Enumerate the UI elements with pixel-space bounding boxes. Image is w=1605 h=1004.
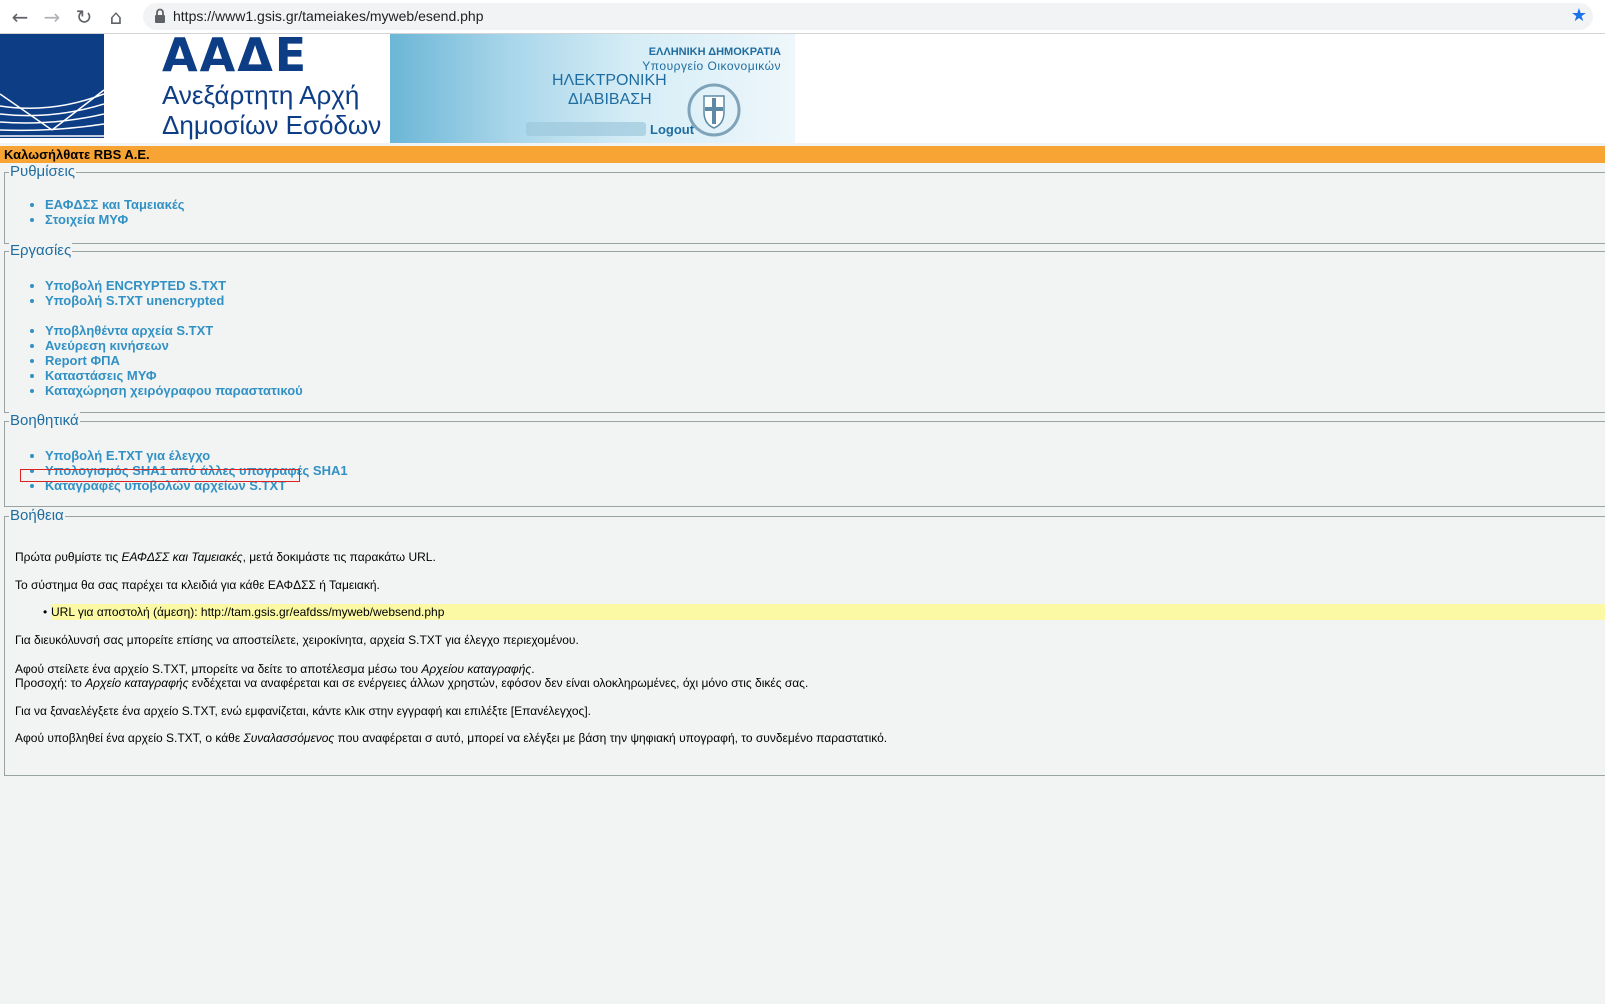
help-paragraph-2: Το σύστημα θα σας παρέχει τα κλειδιά για…	[15, 578, 380, 592]
back-icon[interactable]: ←	[8, 5, 32, 29]
link-find-movements[interactable]: Ανεύρεση κινήσεων	[45, 338, 303, 353]
link-submit-etxt-label[interactable]: Υποβολή E.TXT για έλεγχο	[45, 448, 210, 463]
service-title-line1: ΗΛΕΚΤΡΟΝΙΚΗ	[552, 72, 667, 89]
star-icon[interactable]: ★	[1571, 5, 1587, 26]
link-myf-reports[interactable]: Καταστάσεις ΜΥΦ	[45, 368, 303, 383]
reload-icon[interactable]: ↻	[72, 5, 96, 29]
highlight-box	[20, 469, 300, 482]
link-eafdss[interactable]: ΕΑΦΔΣΣ και Ταμειακές	[45, 197, 185, 212]
websend-url[interactable]: URL για αποστολή (άμεση): http://tam.gsi…	[43, 604, 1605, 620]
help-p5-italic: Αρχείο καταγραφής	[85, 676, 189, 690]
address-url[interactable]: https://www1.gsis.gr/tameiakes/myweb/ese…	[173, 8, 483, 24]
help-p1-b: , μετά δοκιμάστε τις παρακάτω URL.	[242, 550, 436, 564]
link-manual-document[interactable]: Καταχώρηση χειρόγραφου παραστατικού	[45, 383, 303, 398]
agency-name-line1: Ανεξάρτητη Αρχή	[162, 80, 360, 110]
help-p4-italic: Αρχείου καταγραφής	[421, 662, 532, 676]
help-paragraph-5: Προσοχή: το Αρχείο καταγραφής ενδέχεται …	[15, 676, 808, 690]
help-section: Βοήθεια Πρώτα ρυθμίστε τις ΕΑΦΔΣΣ και Τα…	[4, 507, 1605, 776]
help-p5-a: Προσοχή: το	[15, 676, 86, 690]
help-paragraph-4: Αφού στείλετε ένα αρχείο S.TXT, μπορείτε…	[15, 662, 535, 676]
link-submit-unencrypted[interactable]: Υποβολή S.TXT unencrypted	[45, 293, 226, 308]
forward-icon[interactable]: →	[40, 5, 64, 29]
help-p4-a: Αφού στείλετε ένα αρχείο S.TXT, μπορείτε…	[15, 662, 422, 676]
link-submitted-files[interactable]: Υποβληθέντα αρχεία S.TXT	[45, 323, 303, 338]
settings-title: Ρυθμίσεις	[9, 163, 77, 180]
header-banner: ΕΛΛΗΝΙΚΗ ΔΗΜΟΚΡΑΤΙΑ Υπουργείο Οικονομικώ…	[390, 34, 795, 143]
site-header: ΑΑΔΕ Ανεξάρτητη Αρχή Δημοσίων Εσόδων ΕΛΛ…	[0, 28, 1605, 143]
agency-name-line2: Δημοσίων Εσόδων	[162, 110, 382, 140]
link-myf-data[interactable]: Στοιχεία ΜΥΦ	[45, 212, 185, 227]
lock-icon	[155, 8, 165, 23]
link-submit-encrypted[interactable]: Υποβολή ENCRYPTED S.TXT	[45, 278, 226, 293]
help-paragraph-7: Αφού υποβληθεί ένα αρχείο S.TXT, ο κάθε …	[15, 731, 887, 745]
link-submit-encrypted-label[interactable]: Υποβολή ENCRYPTED S.TXT	[45, 278, 226, 293]
link-submitted-files-label[interactable]: Υποβληθέντα αρχεία S.TXT	[45, 323, 213, 338]
aade-logo-icon	[0, 34, 104, 138]
ministry-label: Υπουργείο Οικονομικών	[642, 59, 781, 73]
help-p1-a: Πρώτα ρυθμίστε τις	[15, 550, 122, 564]
help-p5-b: ενδέχεται να αναφέρεται και σε ενέργειες…	[188, 676, 809, 690]
link-report-vat-label[interactable]: Report ΦΠΑ	[45, 353, 120, 368]
help-p4-b: .	[531, 662, 535, 676]
help-p1-italic: ΕΑΦΔΣΣ και Ταμειακές	[121, 550, 243, 564]
republic-label: ΕΛΛΗΝΙΚΗ ΔΗΜΟΚΡΑΤΙΑ	[648, 46, 781, 58]
link-submit-unencrypted-label[interactable]: Υποβολή S.TXT unencrypted	[45, 293, 224, 308]
help-p7-italic: Συναλασσόμενος	[243, 731, 335, 745]
help-title: Βοήθεια	[9, 507, 65, 524]
help-paragraph-3: Για διευκόλυνσή σας μπορείτε επίσης να α…	[15, 633, 579, 647]
link-myf-reports-label[interactable]: Καταστάσεις ΜΥΦ	[45, 368, 157, 383]
link-find-movements-label[interactable]: Ανεύρεση κινήσεων	[45, 338, 169, 353]
link-manual-document-label[interactable]: Καταχώρηση χειρόγραφου παραστατικού	[45, 383, 303, 398]
user-info-blurred	[526, 122, 646, 136]
settings-list: ΕΑΦΔΣΣ και Ταμειακές Στοιχεία ΜΥΦ	[45, 197, 185, 227]
link-myf-data-label[interactable]: Στοιχεία ΜΥΦ	[45, 212, 128, 227]
welcome-bar: Καλωσήλθατε RBS A.E.	[0, 146, 1605, 163]
help-p7-a: Αφού υποβληθεί ένα αρχείο S.TXT, ο κάθε	[15, 731, 244, 745]
greek-emblem-icon	[687, 83, 741, 137]
home-icon[interactable]: ⌂	[104, 5, 128, 29]
tasks-section: Εργασίες Υποβολή ENCRYPTED S.TXT Υποβολή…	[4, 242, 1605, 413]
tasks-title: Εργασίες	[9, 242, 73, 259]
link-submit-etxt[interactable]: Υποβολή E.TXT για έλεγχο	[45, 448, 348, 463]
link-report-vat[interactable]: Report ΦΠΑ	[45, 353, 303, 368]
tasks-list-2: Υποβληθέντα αρχεία S.TXT Ανεύρεση κινήσε…	[45, 323, 303, 398]
tools-section: Βοηθητικά Υποβολή E.TXT για έλεγχο Υπολο…	[4, 412, 1605, 507]
help-paragraph-1: Πρώτα ρυθμίστε τις ΕΑΦΔΣΣ και Ταμειακές,…	[15, 550, 436, 564]
logo-title: ΑΑΔΕ	[162, 28, 309, 82]
tools-title: Βοηθητικά	[9, 412, 80, 429]
tasks-list-1: Υποβολή ENCRYPTED S.TXT Υποβολή S.TXT un…	[45, 278, 226, 308]
settings-section: Ρυθμίσεις ΕΑΦΔΣΣ και Ταμειακές Στοιχεία …	[4, 163, 1605, 244]
address-bar[interactable]: https://www1.gsis.gr/tameiakes/myweb/ese…	[143, 3, 1593, 30]
link-eafdss-label[interactable]: ΕΑΦΔΣΣ και Ταμειακές	[45, 197, 185, 212]
help-p7-b: που αναφέρεται σ αυτό, μπορεί να ελέγξει…	[334, 731, 888, 745]
help-paragraph-6: Για να ξαναελέγξετε ένα αρχείο S.TXT, εν…	[15, 704, 591, 718]
service-title-line2: ΔΙΑΒΙΒΑΣΗ	[568, 91, 652, 108]
